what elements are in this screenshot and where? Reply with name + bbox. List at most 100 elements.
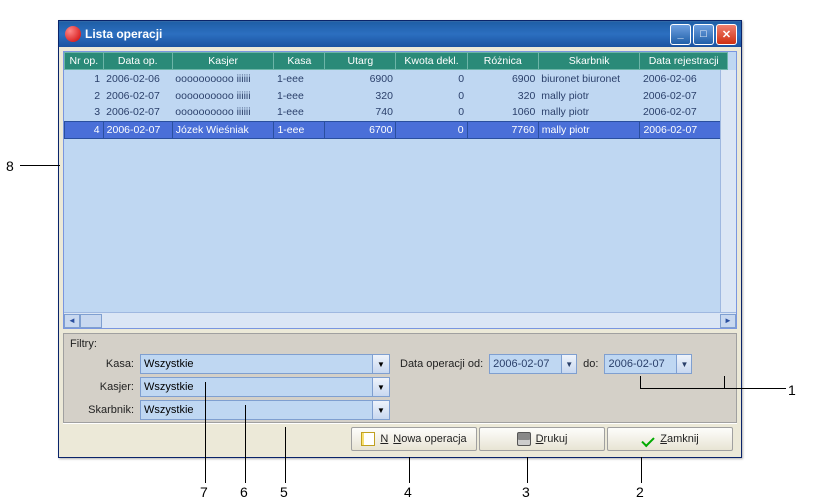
chevron-down-icon[interactable]: ▼	[561, 355, 576, 373]
page-icon	[361, 432, 375, 446]
kasa-combo[interactable]: Wszystkie ▼	[140, 354, 390, 374]
table-cell: oooooooooo iiiiii	[172, 87, 274, 104]
content-area: Nr op.Data op.KasjerKasaUtargKwota dekl.…	[59, 47, 741, 457]
print-button-label: Drukuj	[536, 433, 568, 445]
table-cell: mally piotr	[538, 104, 640, 121]
table-row[interactable]: 12006-02-06oooooooooo iiiiii1-eee6900069…	[65, 70, 728, 87]
close-button-label: Zamknij	[660, 433, 699, 445]
table-cell: 6900	[467, 70, 538, 87]
table-cell: oooooooooo iiiiii	[172, 70, 274, 87]
table-cell: 0	[396, 104, 467, 121]
date-to-input[interactable]: 2006-02-07 ▼	[604, 354, 692, 374]
new-button-label: Nowa operacja	[393, 433, 466, 445]
table-cell: 0	[396, 121, 467, 138]
table-cell: 6700	[325, 121, 396, 138]
kasjer-label: Kasjer:	[70, 381, 140, 393]
table-cell: mally piotr	[538, 121, 640, 138]
table-cell: 740	[325, 104, 396, 121]
column-header[interactable]: Skarbnik	[538, 53, 640, 70]
table-cell: 2006-02-06	[103, 70, 172, 87]
minimize-button[interactable]: _	[670, 24, 691, 45]
check-icon	[641, 432, 655, 446]
chevron-down-icon[interactable]: ▼	[676, 355, 691, 373]
scroll-thumb[interactable]	[80, 314, 102, 328]
table-cell: 7760	[467, 121, 538, 138]
window-title: Lista operacji	[85, 27, 668, 41]
table-cell: 1-eee	[274, 104, 325, 121]
table-cell: 320	[467, 87, 538, 104]
callout-1: 1	[788, 382, 796, 398]
print-button[interactable]: Drukuj	[479, 427, 605, 451]
table-cell: 2006-02-07	[640, 121, 728, 138]
callout-2: 2	[636, 484, 644, 500]
column-header[interactable]: Różnica	[467, 53, 538, 70]
table-cell: 2006-02-07	[640, 104, 728, 121]
close-panel-button[interactable]: Zamknij	[607, 427, 733, 451]
table-cell: biuronet biuronet	[538, 70, 640, 87]
chevron-down-icon[interactable]: ▼	[372, 378, 389, 396]
column-header[interactable]: Utarg	[325, 53, 396, 70]
callout-5: 5	[280, 484, 288, 500]
table-cell: 6900	[325, 70, 396, 87]
maximize-button[interactable]: □	[693, 24, 714, 45]
callout-4: 4	[404, 484, 412, 500]
callout-8: 8	[6, 158, 14, 174]
date-from-value: 2006-02-07	[493, 358, 549, 370]
skarbnik-label: Skarbnik:	[70, 404, 140, 416]
kasjer-combo[interactable]: Wszystkie ▼	[140, 377, 390, 397]
table-cell: Józek Wieśniak	[172, 121, 274, 138]
table-cell: 2006-02-07	[103, 104, 172, 121]
new-operation-button[interactable]: NNowa operacja Nowa operacja	[351, 427, 477, 451]
date-to-label: do:	[583, 358, 598, 370]
close-button[interactable]: ✕	[716, 24, 737, 45]
app-icon	[65, 26, 81, 42]
grid-header[interactable]: Nr op.Data op.KasjerKasaUtargKwota dekl.…	[65, 53, 728, 70]
table-row[interactable]: 22006-02-07oooooooooo iiiiii1-eee3200320…	[65, 87, 728, 104]
table-cell: 2	[65, 87, 104, 104]
print-icon	[517, 432, 531, 446]
date-from-label: Data operacji od:	[400, 358, 483, 370]
filters-title: Filtry:	[70, 338, 730, 350]
button-bar: NNowa operacja Nowa operacja Drukuj Zamk…	[63, 423, 737, 453]
column-header[interactable]: Kasjer	[172, 53, 274, 70]
horizontal-scrollbar[interactable]: ◄ ►	[64, 312, 736, 328]
table-cell: 2006-02-07	[103, 87, 172, 104]
callout-6: 6	[240, 484, 248, 500]
table-row[interactable]: 42006-02-07Józek Wieśniak1-eee670007760m…	[65, 121, 728, 138]
table-cell: 1-eee	[274, 70, 325, 87]
kasjer-value: Wszystkie	[144, 381, 194, 393]
table-row[interactable]: 32006-02-07oooooooooo iiiiii1-eee7400106…	[65, 104, 728, 121]
kasa-value: Wszystkie	[144, 358, 194, 370]
table-cell: 2006-02-07	[103, 121, 172, 138]
kasa-label: Kasa:	[70, 358, 140, 370]
app-window: Lista operacji _ □ ✕ Nr op.Data op.Kasje…	[58, 20, 742, 458]
column-header[interactable]: Data op.	[103, 53, 172, 70]
chevron-down-icon[interactable]: ▼	[372, 355, 389, 373]
table-cell: 1-eee	[274, 121, 325, 138]
table-cell: 1060	[467, 104, 538, 121]
date-to-value: 2006-02-07	[608, 358, 664, 370]
scroll-left-arrow[interactable]: ◄	[64, 314, 80, 328]
table-cell: mally piotr	[538, 87, 640, 104]
titlebar: Lista operacji _ □ ✕	[59, 21, 741, 47]
table-cell: 3	[65, 104, 104, 121]
skarbnik-combo[interactable]: Wszystkie ▼	[140, 400, 390, 420]
table-cell: 320	[325, 87, 396, 104]
vertical-scrollbar[interactable]	[720, 70, 736, 312]
table-cell: 4	[65, 121, 104, 138]
skarbnik-value: Wszystkie	[144, 404, 194, 416]
callout-7: 7	[200, 484, 208, 500]
scroll-right-arrow[interactable]: ►	[720, 314, 736, 328]
table-cell: 1-eee	[274, 87, 325, 104]
chevron-down-icon[interactable]: ▼	[372, 401, 389, 419]
table-cell: 2006-02-07	[640, 87, 728, 104]
data-grid[interactable]: Nr op.Data op.KasjerKasaUtargKwota dekl.…	[63, 51, 737, 329]
table-cell: 0	[396, 87, 467, 104]
date-from-input[interactable]: 2006-02-07 ▼	[489, 354, 577, 374]
filters-panel: Filtry: Kasa: Wszystkie ▼ Kasjer: Wszyst…	[63, 333, 737, 423]
column-header[interactable]: Nr op.	[65, 53, 104, 70]
column-header[interactable]: Data rejestracji	[640, 53, 728, 70]
table-cell: 0	[396, 70, 467, 87]
column-header[interactable]: Kasa	[274, 53, 325, 70]
column-header[interactable]: Kwota dekl.	[396, 53, 467, 70]
